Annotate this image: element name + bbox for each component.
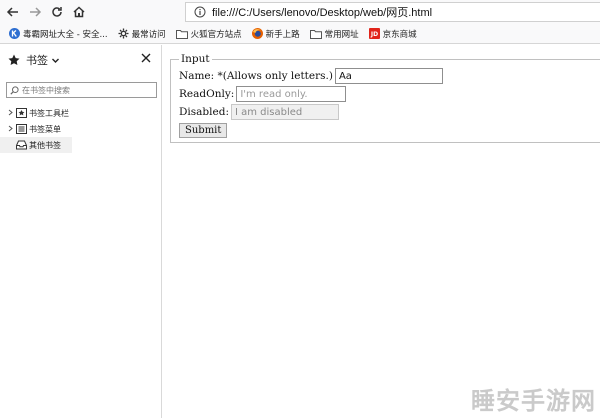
home-icon [73, 6, 85, 18]
bookmark-search-input[interactable] [22, 85, 152, 95]
bookmark-label: 新手上路 [265, 29, 300, 40]
tree-item-label: 书签菜单 [29, 124, 61, 134]
info-icon[interactable] [194, 6, 206, 18]
star-box-icon [16, 108, 29, 118]
bookmark-label: 毒霸网址大全 - 安全... [23, 29, 108, 40]
bookmark-item-most-visited[interactable]: 最常访问 [115, 25, 169, 43]
folder-icon [309, 29, 322, 39]
back-arrow-icon [6, 7, 18, 17]
submit-button[interactable]: Submit [179, 123, 228, 138]
k-logo-icon [9, 28, 20, 39]
forward-arrow-icon [30, 7, 42, 17]
tree-item-label: 其他书签 [29, 140, 61, 150]
menu-list-icon [16, 124, 29, 134]
input-fieldset: Input Name: *(Allows only letters.) Read… [170, 53, 600, 143]
close-sidebar-button[interactable] [141, 52, 151, 66]
bookmark-search-field[interactable] [6, 82, 157, 98]
inbox-icon [16, 140, 29, 150]
chevron-right-icon[interactable] [4, 125, 16, 134]
bookmark-item-getting-started[interactable]: 新手上路 [249, 25, 303, 43]
sidebar-header[interactable]: 书签 [0, 45, 161, 75]
bookmark-folder-common-sites[interactable]: 常用网址 [307, 25, 362, 43]
star-icon [8, 54, 20, 65]
forward-button[interactable] [26, 3, 44, 21]
tree-item-label: 书签工具栏 [29, 108, 69, 118]
tree-item-bookmarks-menu[interactable]: 书签菜单 [0, 121, 160, 137]
tree-item-bookmarks-toolbar[interactable]: 书签工具栏 [0, 105, 160, 121]
sidebar-title[interactable]: 书签 [26, 52, 48, 68]
readonly-label: ReadOnly: [179, 88, 235, 100]
close-icon [141, 53, 151, 63]
reload-icon [52, 7, 62, 17]
submit-row: Submit [179, 121, 599, 139]
disabled-row: Disabled: [179, 103, 599, 121]
jd-icon: JD [368, 28, 380, 39]
tree-item-other-bookmarks[interactable]: 其他书签 [0, 137, 72, 153]
bookmark-label: 京东商城 [382, 29, 417, 40]
fieldset-legend: Input [181, 53, 210, 65]
readonly-row: ReadOnly: [179, 85, 599, 103]
disabled-input [230, 104, 339, 120]
home-button[interactable] [70, 3, 88, 21]
name-input[interactable] [334, 68, 443, 84]
bookmark-folder-firefox-official[interactable]: 火狐官方站点 [173, 25, 245, 43]
page-content: Input Name: *(Allows only letters.) Read… [163, 45, 600, 418]
disabled-label: Disabled: [179, 106, 229, 118]
gear-icon [118, 28, 129, 39]
folder-icon [175, 29, 188, 39]
bookmark-label: 常用网址 [324, 29, 359, 40]
bookmarks-sidebar: 书签 书签工具栏 书签菜单 [0, 45, 162, 418]
bookmarks-toolbar: 毒霸网址大全 - 安全... 最常访问 火狐官方站点 新手上路 常用网址 JD … [0, 24, 600, 44]
search-icon [10, 85, 19, 95]
bookmark-tree: 书签工具栏 书签菜单 其他书签 [0, 105, 160, 153]
name-row: Name: *(Allows only letters.) [179, 67, 599, 85]
navigation-toolbar: file:///C:/Users/lenovo/Desktop/web/网页.h… [0, 0, 600, 24]
chevron-right-icon[interactable] [4, 109, 16, 118]
site-watermark: 睡安手游网 [471, 387, 596, 415]
chevron-down-icon[interactable] [51, 56, 60, 65]
reload-button[interactable] [48, 3, 66, 21]
bookmark-item-duba[interactable]: 毒霸网址大全 - 安全... [6, 25, 111, 43]
bookmark-label: 火狐官方站点 [190, 29, 242, 40]
bookmark-label: 最常访问 [131, 29, 166, 40]
readonly-input[interactable] [236, 86, 347, 102]
back-button[interactable] [4, 3, 22, 21]
url-text[interactable]: file:///C:/Users/lenovo/Desktop/web/网页.h… [212, 4, 432, 20]
bookmark-item-jd[interactable]: JD 京东商城 [366, 25, 420, 43]
svg-text:JD: JD [370, 31, 378, 38]
address-bar[interactable]: file:///C:/Users/lenovo/Desktop/web/网页.h… [185, 2, 600, 22]
firefox-icon [251, 28, 263, 39]
name-label: Name: *(Allows only letters.) [179, 70, 333, 82]
